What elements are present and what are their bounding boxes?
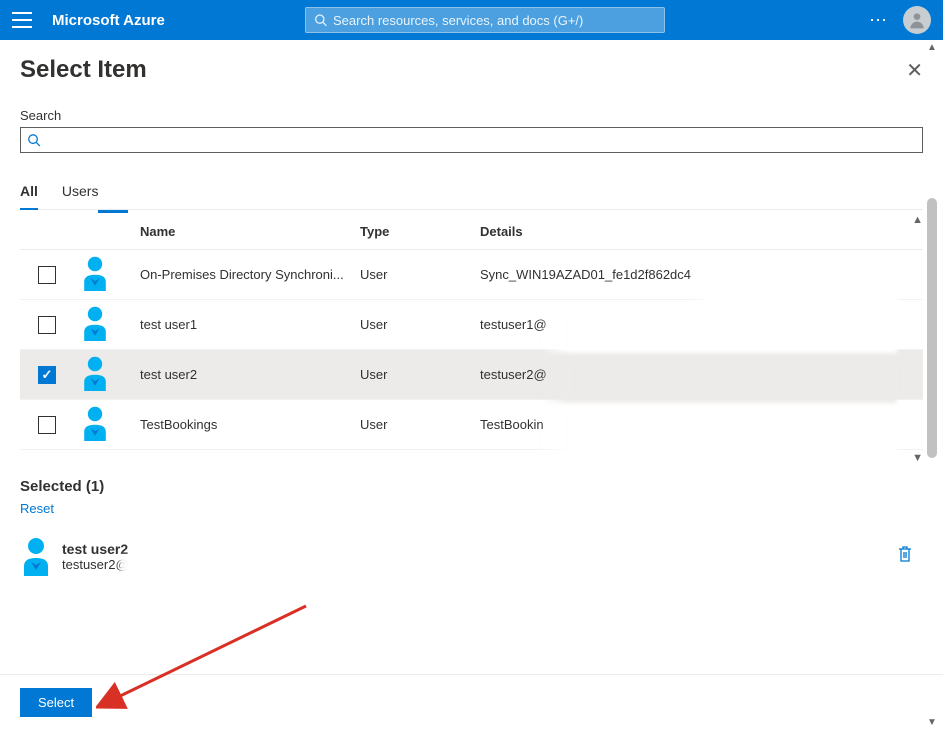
user-icon [80,305,110,341]
table-row[interactable]: On-Premises Directory Synchroni... User … [20,250,923,300]
scroll-down-icon[interactable]: ▼ [925,717,939,728]
scroll-thumb[interactable] [927,198,937,458]
user-icon [80,405,110,441]
cell-details: testuser2@ [480,367,547,382]
cell-type: User [360,267,480,282]
col-name[interactable]: Name [140,224,360,239]
panel-title: Select Item [20,56,147,84]
select-button[interactable]: Select [20,688,92,717]
global-search-box[interactable] [305,7,665,33]
cell-details: TestBookin [480,417,544,432]
tab-bar: All Users [20,177,923,210]
panel-footer: Select [0,674,943,730]
remove-selected-button[interactable] [897,545,913,568]
selected-item-name: test user2 [62,541,129,557]
reset-link[interactable]: Reset [20,501,54,516]
cell-type: User [360,317,480,332]
panel-search-input[interactable] [41,133,916,148]
tab-users[interactable]: Users [62,177,99,209]
table-row[interactable]: test user1 User testuser1@ [20,300,923,350]
user-icon [80,255,110,291]
cell-type: User [360,367,480,382]
azure-topbar: Microsoft Azure ⋯ [0,0,943,40]
search-label: Search [20,108,923,123]
cell-name: On-Premises Directory Synchroni... [140,267,360,282]
cell-details: testuser1@ [480,317,547,332]
col-type[interactable]: Type [360,224,480,239]
search-icon [27,133,41,147]
table-row[interactable]: TestBookings User TestBookin [20,400,923,450]
selected-item: test user2 testuser2@ [20,532,923,580]
table-row[interactable]: test user2 User testuser2@ [20,350,923,400]
user-icon [20,536,52,576]
scrollbar[interactable]: ▲ ▼ [925,42,939,728]
scroll-up-icon[interactable]: ▲ [912,214,923,226]
scroll-up-icon[interactable]: ▲ [925,42,939,53]
row-checkbox[interactable] [38,416,56,434]
user-icon [80,355,110,391]
results-grid: ▲ Name Type Details On-Premises Director… [20,210,923,450]
sort-indicator [98,210,128,213]
row-checkbox[interactable] [38,266,56,284]
scroll-down-icon[interactable]: ▼ [912,452,923,464]
selected-item-details: testuser2@ [62,557,129,572]
tab-all[interactable]: All [20,177,38,209]
row-checkbox[interactable] [38,316,56,334]
col-details[interactable]: Details [480,224,923,239]
more-icon[interactable]: ⋯ [869,10,889,31]
panel-search-box[interactable] [20,127,923,153]
menu-icon[interactable] [12,12,32,28]
cell-name: test user2 [140,367,360,382]
selected-heading: Selected (1) [20,478,923,495]
close-icon[interactable]: ✕ [906,58,923,83]
cell-type: User [360,417,480,432]
global-search-input[interactable] [333,13,656,28]
brand-label: Microsoft Azure [52,12,165,29]
cell-name: TestBookings [140,417,360,432]
row-checkbox[interactable] [38,366,56,384]
search-icon [314,13,327,27]
cell-details: Sync_WIN19AZAD01_fe1d2f862dc4 [480,267,691,282]
select-item-panel: Select Item ✕ Search All Users ▲ Name Ty… [0,40,943,674]
cell-name: test user1 [140,317,360,332]
user-avatar[interactable] [903,6,931,34]
selected-section: Selected (1) Reset test user2 testuser2@ [20,478,923,580]
